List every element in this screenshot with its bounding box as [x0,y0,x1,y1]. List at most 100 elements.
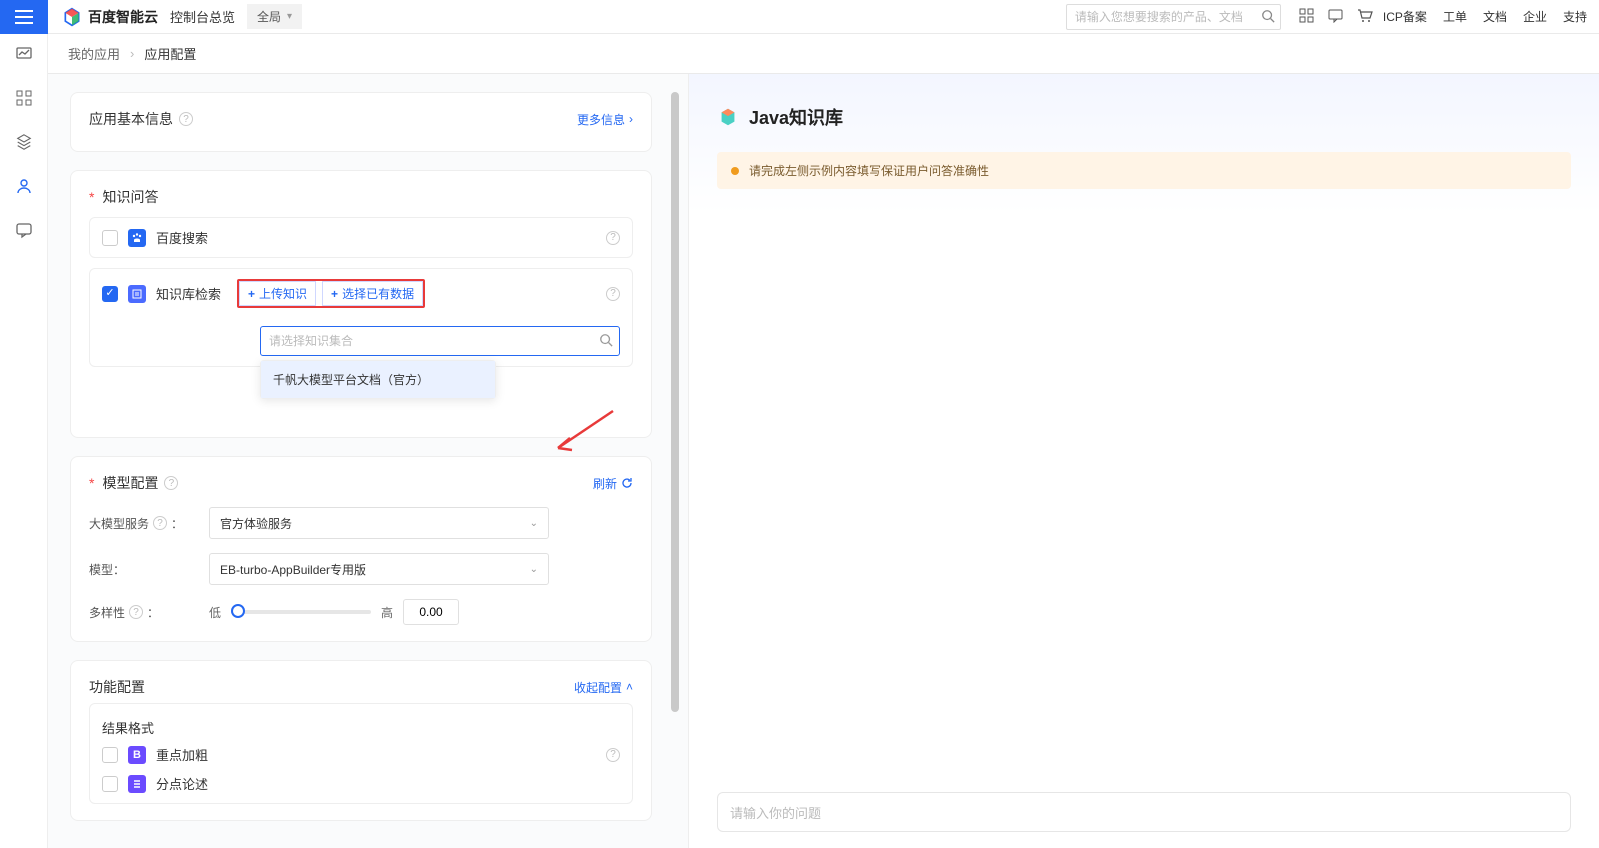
upload-knowledge-label: 上传知识 [259,285,307,302]
points-format-icon [128,775,146,793]
diversity-row: 多样性 ? ： 低 高 [89,599,633,625]
help-icon[interactable]: ? [164,476,178,490]
diversity-value-input[interactable] [403,599,459,625]
points-label: 分点论述 [156,774,208,793]
hamburger-icon [15,10,33,24]
top-link-icp[interactable]: ICP备案 [1383,8,1427,25]
nav-layers-icon[interactable] [14,132,34,152]
select-existing-data-button[interactable]: + 选择已有数据 [322,281,423,306]
kb-logo-icon [717,106,739,128]
baidu-search-app-icon [128,229,146,247]
global-region-value: 全局 [257,8,281,25]
breadcrumb-current: 应用配置 [144,44,196,63]
required-star: * [89,189,94,205]
model-service-row: 大模型服务 ? ： 官方体验服务 ⌄ [89,507,633,539]
function-config-card: 功能配置 收起配置 ˄ 结果格式 [70,660,652,821]
refresh-icon [621,477,633,489]
help-icon[interactable]: ? [129,605,143,619]
plus-icon: + [248,287,255,301]
help-icon[interactable]: ? [606,287,620,301]
top-link-enterprise[interactable]: 企业 [1523,8,1547,25]
model-select[interactable]: EB-turbo-AppBuilder专用版 ⌄ [209,553,549,585]
brand-logo[interactable]: 百度智能云 [62,7,158,27]
kb-retrieval-checkbox[interactable] [102,286,118,302]
bold-label: 重点加粗 [156,745,208,764]
kb-retrieval-row[interactable]: 知识库检索 + 上传知识 + 选择已有数据 [89,268,633,367]
qa-card: * 知识问答 百度搜索 ? [70,170,652,438]
chevron-down-icon: ▾ [287,11,292,22]
top-link-support[interactable]: 支持 [1563,8,1587,25]
upload-knowledge-button[interactable]: + 上传知识 [239,281,316,306]
message-icon[interactable] [1328,8,1343,26]
chevron-down-icon: ⌄ [530,564,538,575]
model-value: EB-turbo-AppBuilder专用版 [220,561,366,578]
help-icon[interactable]: ? [606,231,620,245]
breadcrumb-parent[interactable]: 我的应用 [68,44,120,63]
model-row: 模型： EB-turbo-AppBuilder专用版 ⌄ [89,553,633,585]
nav-chat-icon[interactable] [14,220,34,240]
more-info-label: 更多信息 [577,111,625,128]
required-star: * [89,475,94,491]
chat-input[interactable]: 请输入你的问题 [717,792,1571,832]
chevron-down-icon: ⌄ [530,518,538,529]
brand-text: 百度智能云 [88,7,158,27]
collapse-config-label: 收起配置 [574,679,622,696]
more-info-link[interactable]: 更多信息 › [577,111,633,128]
global-search-input[interactable] [1066,4,1281,30]
top-link-ticket[interactable]: 工单 [1443,8,1467,25]
diversity-slider[interactable] [231,610,371,614]
bold-format-icon: B [128,746,146,764]
kb-collection-search-input[interactable] [260,326,620,356]
diversity-label: 多样性 [89,604,125,621]
nav-monitor-icon[interactable] [14,44,34,64]
model-service-select[interactable]: 官方体验服务 ⌄ [209,507,549,539]
refresh-link[interactable]: 刷新 [593,475,633,492]
console-overview-label[interactable]: 控制台总览 [170,7,235,26]
model-config-card: * 模型配置 ? 刷新 [70,456,652,642]
kb-retrieval-label: 知识库检索 [156,284,221,303]
points-checkbox[interactable] [102,776,118,792]
hamburger-menu-button[interactable] [0,0,48,34]
help-icon[interactable]: ? [153,516,167,530]
top-links: ICP备案 工单 文档 企业 支持 [1383,8,1587,25]
basic-info-title: 应用基本信息 [89,109,173,129]
slider-thumb[interactable] [231,604,245,618]
breadcrumb-separator: › [130,46,134,61]
kb-collection-dropdown: 千帆大模型平台文档（官方） [260,360,496,399]
model-service-value: 官方体验服务 [220,515,292,532]
top-icon-group [1299,8,1373,26]
cart-icon[interactable] [1357,8,1373,26]
diversity-high-label: 高 [381,604,393,621]
help-icon[interactable]: ? [606,748,620,762]
global-search[interactable] [1066,4,1281,30]
config-scrollbar[interactable] [668,92,682,848]
diversity-low-label: 低 [209,604,221,621]
baidu-search-checkbox[interactable] [102,230,118,246]
top-link-docs[interactable]: 文档 [1483,8,1507,25]
search-icon[interactable] [599,333,613,350]
baidu-cloud-logo-icon [62,7,82,27]
nav-apps-icon[interactable] [14,88,34,108]
global-region-select[interactable]: 全局 ▾ [247,4,302,29]
scrollbar-thumb[interactable] [671,92,679,712]
plus-icon: + [331,287,338,301]
nav-user-icon[interactable] [14,176,34,196]
preview-title: Java知识库 [749,104,843,130]
top-bar: 百度智能云 控制台总览 全局 ▾ ICP备案 工单 文档 企业 支持 [0,0,1599,34]
qa-title: 知识问答 [102,187,158,207]
select-existing-label: 选择已有数据 [342,285,414,302]
breadcrumb: 我的应用 › 应用配置 [48,34,1599,74]
kb-collection-option[interactable]: 千帆大模型平台文档（官方） [261,361,495,398]
bold-checkbox[interactable] [102,747,118,763]
left-sidebar [0,34,48,848]
help-icon[interactable]: ? [179,112,193,126]
chat-input-placeholder: 请输入你的问题 [730,803,821,822]
preview-notice-text: 请完成左侧示例内容填写保证用户问答准确性 [749,162,989,179]
apps-grid-icon[interactable] [1299,8,1314,26]
model-service-label: 大模型服务 [89,515,149,532]
search-icon[interactable] [1261,9,1275,26]
chevron-right-icon: › [629,112,633,126]
collapse-config-link[interactable]: 收起配置 ˄ [574,679,633,696]
baidu-search-row[interactable]: 百度搜索 ? [89,217,633,258]
model-label: 模型： [89,561,125,578]
